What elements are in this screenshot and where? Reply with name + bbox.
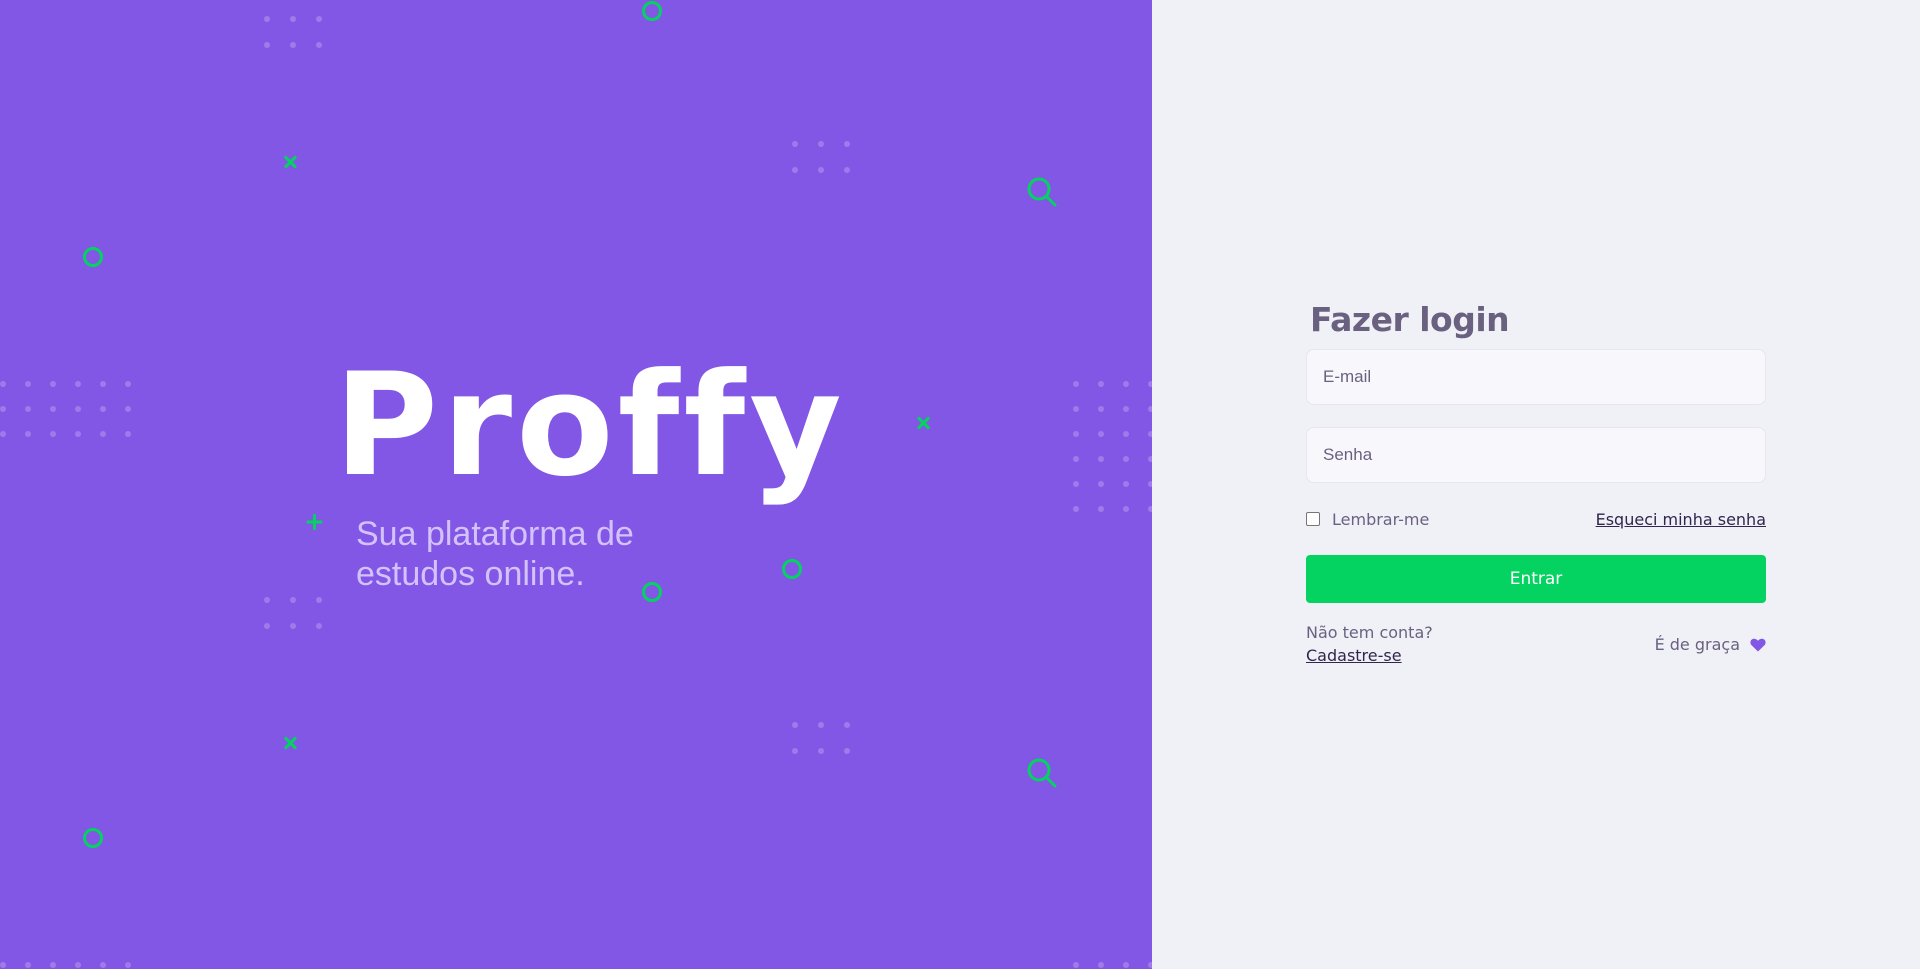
dot-grid-decoration [264,16,322,48]
dot-grid-decoration [792,722,850,754]
x-decoration [282,154,298,170]
proffy-logo: Proffy [334,343,846,508]
free-text: É de graça [1654,635,1740,654]
dot-grid-decoration [792,141,850,173]
login-footer: Não tem conta? Cadastre-se É de graça [1306,623,1766,665]
login-button[interactable]: Entrar [1306,555,1766,603]
signup-block: Não tem conta? Cadastre-se [1306,623,1433,665]
remember-me[interactable]: Lembrar-me [1306,510,1429,529]
dot-grid-decoration [0,381,131,437]
dot-grid-decoration [1073,962,1152,968]
tagline-line-2: estudos online. [356,555,585,593]
password-field[interactable] [1306,427,1766,483]
tagline: Sua plataforma de estudos online. [356,514,686,594]
login-options: Lembrar-me Esqueci minha senha [1306,507,1766,531]
magnifier-decoration [1027,758,1057,788]
x-decoration [282,735,298,751]
circle-decoration [642,1,662,21]
dot-grid-decoration [0,962,131,968]
tagline-line-1: Sua plataforma de [356,515,634,553]
login-title: Fazer login [1310,300,1510,339]
x-decoration [915,415,931,431]
hero-panel: Proffy Sua plataforma de estudos online. [0,0,1152,969]
logo-text: Proffy [334,343,846,508]
heart-icon [1750,638,1766,651]
remember-label: Lembrar-me [1332,509,1430,529]
free-badge: É de graça [1655,635,1766,654]
circle-decoration [83,247,103,267]
login-form: Fazer login Lembrar-me Esqueci minha sen… [1306,300,1766,665]
magnifier-decoration [1027,177,1057,207]
signup-link[interactable]: Cadastre-se [1306,646,1433,665]
circle-decoration [83,828,103,848]
dot-grid-decoration [1073,381,1152,512]
remember-checkbox[interactable] [1306,512,1320,526]
no-account-text: Não tem conta? [1306,623,1433,642]
email-field[interactable] [1306,349,1766,405]
dot-grid-decoration [264,597,322,629]
forgot-password-link[interactable]: Esqueci minha senha [1596,510,1766,529]
plus-decoration [306,514,322,530]
circle-decoration [782,559,802,579]
